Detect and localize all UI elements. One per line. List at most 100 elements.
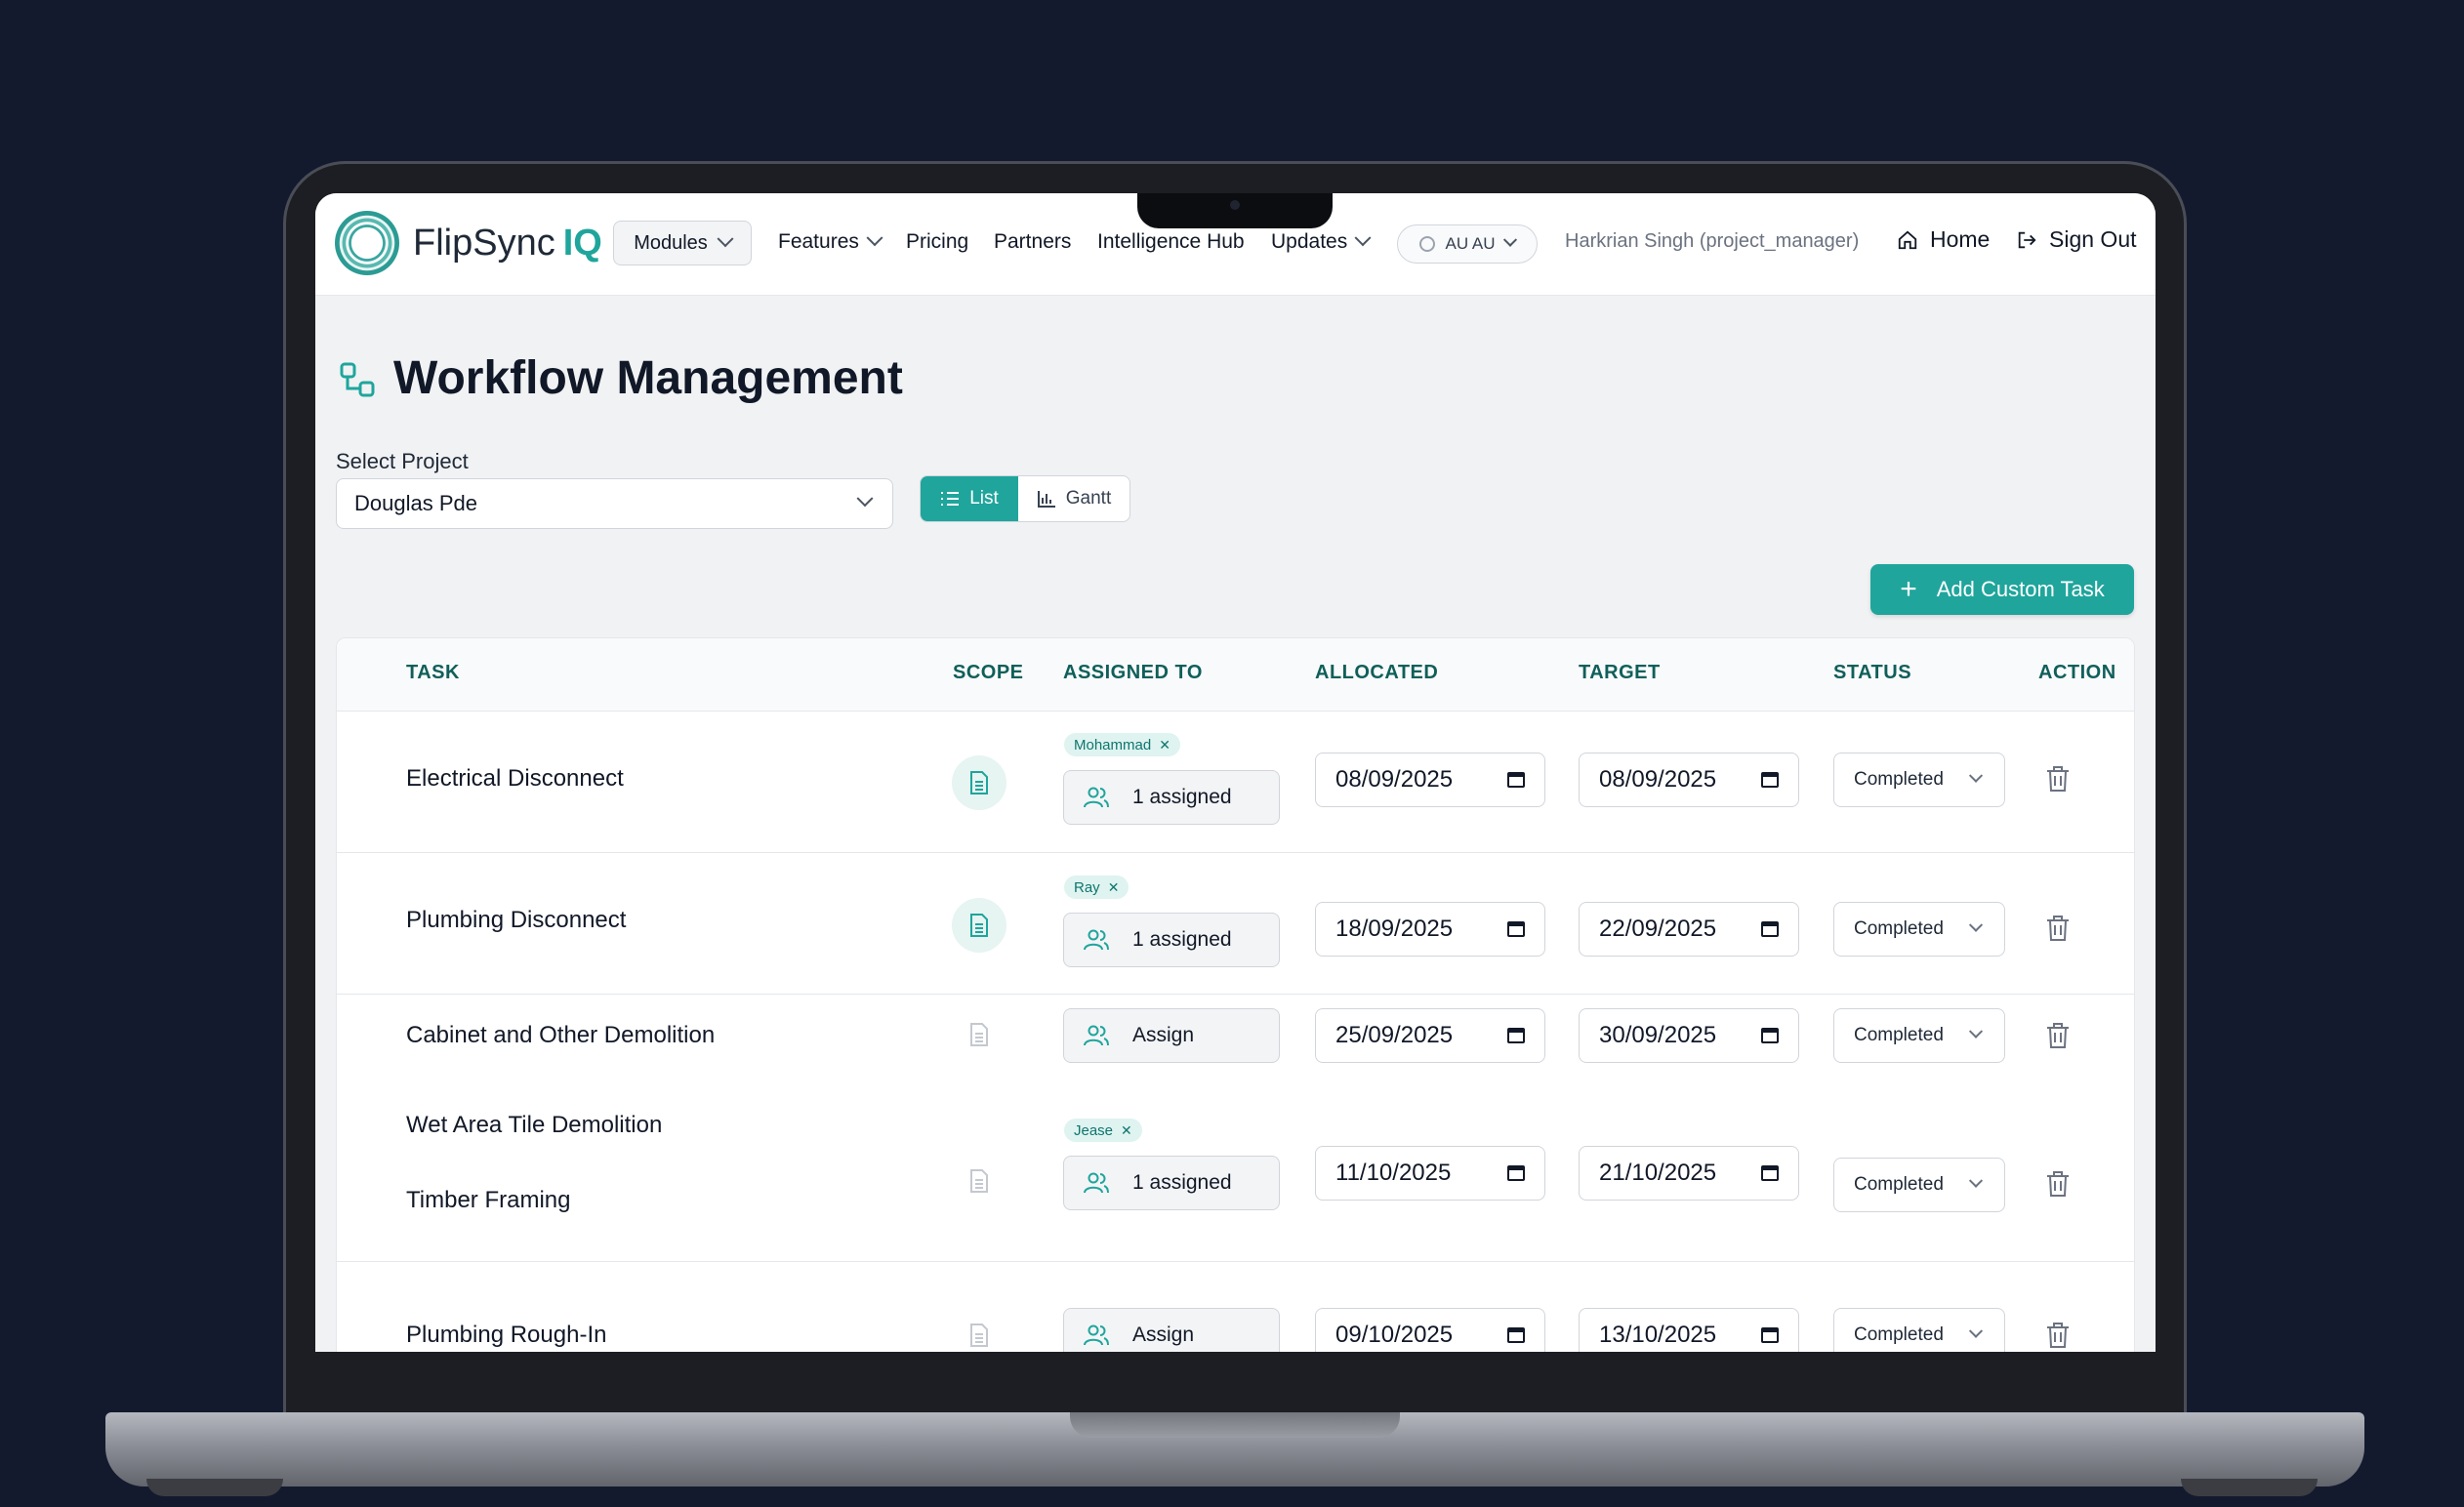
assign-button[interactable]: 1 assigned [1063, 1156, 1280, 1210]
assign-label: 1 assigned [1132, 1171, 1232, 1194]
calendar-icon[interactable] [1507, 1327, 1525, 1343]
add-custom-task-label: Add Custom Task [1936, 577, 2105, 601]
page-title: Workflow Management [393, 352, 903, 404]
calendar-icon[interactable] [1507, 772, 1525, 788]
assignee-tag[interactable]: Mohammad ✕ [1064, 733, 1180, 756]
header-assigned-to: ASSIGNED TO [1063, 662, 1203, 683]
nav-partners[interactable]: Partners [994, 230, 1071, 254]
nav-updates[interactable]: Updates [1271, 229, 1372, 254]
header-target: TARGET [1579, 662, 1661, 683]
allocated-date-input[interactable]: 09/10/2025 [1315, 1308, 1545, 1352]
add-custom-task-button[interactable]: + Add Custom Task [1870, 564, 2134, 615]
chevron-down-icon [1968, 917, 1984, 932]
row-divider [337, 852, 2134, 853]
assign-button[interactable]: Assign [1063, 1008, 1280, 1063]
target-date-input[interactable]: 08/09/2025 [1579, 753, 1799, 807]
brand-logo-icon[interactable] [335, 211, 399, 275]
calendar-icon[interactable] [1761, 1028, 1779, 1043]
chevron-down-icon [1968, 1024, 1984, 1039]
remove-assignee-icon[interactable]: ✕ [1121, 1122, 1132, 1139]
assign-button[interactable]: Assign [1063, 1308, 1280, 1352]
allocated-date: 08/09/2025 [1335, 766, 1454, 793]
calendar-icon[interactable] [1507, 1165, 1525, 1181]
target-date-input[interactable]: 21/10/2025 [1579, 1146, 1799, 1201]
brand-name[interactable]: FlipSync IQ [413, 223, 602, 265]
nav-partners-label: Partners [994, 230, 1072, 253]
delete-icon[interactable] [2045, 915, 2071, 942]
allocated-date-input[interactable]: 11/10/2025 [1315, 1146, 1545, 1201]
status-select[interactable]: Completed [1833, 753, 2005, 807]
calendar-icon[interactable] [1761, 772, 1779, 788]
remove-assignee-icon[interactable]: ✕ [1108, 879, 1120, 896]
document-icon [970, 914, 988, 937]
target-date: 08/09/2025 [1599, 766, 1717, 793]
locale-selector[interactable]: AU AU [1397, 224, 1538, 264]
document-icon [970, 1023, 988, 1046]
delete-icon[interactable] [2045, 765, 2071, 793]
plus-icon: + [1900, 573, 1917, 605]
gantt-view-label: Gantt [1065, 488, 1112, 509]
allocated-date-input[interactable]: 25/09/2025 [1315, 1008, 1545, 1063]
assign-label: Assign [1132, 1324, 1195, 1346]
nav-intelligence-hub[interactable]: Intelligence Hub [1097, 230, 1245, 254]
table-header: TASK SCOPE ASSIGNED TO ALLOCATED TARGET … [337, 638, 2134, 712]
target-date-input[interactable]: 30/09/2025 [1579, 1008, 1799, 1063]
nav-features[interactable]: Features [778, 229, 883, 254]
scope-document-button[interactable] [952, 1308, 1006, 1352]
app-screen: FlipSync IQ Modules Features Pricing Part… [315, 193, 2156, 1352]
target-date: 22/09/2025 [1599, 916, 1717, 942]
assignee-tag[interactable]: Jease ✕ [1064, 1119, 1142, 1142]
laptop-foot-right [2181, 1479, 2318, 1496]
calendar-icon[interactable] [1507, 921, 1525, 937]
nav-pricing[interactable]: Pricing [906, 230, 968, 254]
modules-dropdown[interactable]: Modules [613, 221, 752, 265]
delete-icon[interactable] [2045, 1022, 2071, 1049]
nav-intelligence-hub-label: Intelligence Hub [1097, 230, 1245, 253]
assign-button[interactable]: 1 assigned [1063, 770, 1280, 825]
users-icon [1084, 1025, 1109, 1046]
assign-label: 1 assigned [1132, 928, 1232, 951]
users-icon [1084, 787, 1109, 808]
assignee-tag[interactable]: Ray ✕ [1064, 876, 1129, 899]
brand-suffix: IQ [562, 223, 602, 264]
chevron-down-icon [856, 490, 874, 508]
scope-document-button[interactable] [952, 1154, 1006, 1208]
task-name: Plumbing Disconnect [406, 907, 627, 933]
list-view-button[interactable]: List [921, 476, 1018, 521]
scope-document-button[interactable] [952, 755, 1006, 810]
row-divider [337, 1261, 2134, 1262]
status-select[interactable]: Completed [1833, 902, 2005, 957]
delete-icon[interactable] [2045, 1322, 2071, 1349]
calendar-icon[interactable] [1761, 1165, 1779, 1181]
status-select[interactable]: Completed [1833, 1158, 2005, 1212]
calendar-icon[interactable] [1507, 1028, 1525, 1043]
scope-document-button[interactable] [952, 898, 1006, 953]
home-link[interactable]: Home [1897, 226, 1990, 253]
workflow-icon [340, 362, 375, 397]
target-date-input[interactable]: 13/10/2025 [1579, 1308, 1799, 1352]
calendar-icon[interactable] [1761, 1327, 1779, 1343]
target-date: 13/10/2025 [1599, 1322, 1717, 1348]
allocated-date-input[interactable]: 08/09/2025 [1315, 753, 1545, 807]
gantt-view-button[interactable]: Gantt [1018, 476, 1129, 521]
calendar-icon[interactable] [1761, 921, 1779, 937]
users-icon [1084, 1324, 1109, 1346]
target-date-input[interactable]: 22/09/2025 [1579, 902, 1799, 957]
status-value: Completed [1854, 1025, 1944, 1045]
globe-icon [1419, 236, 1436, 252]
allocated-date: 09/10/2025 [1335, 1322, 1454, 1348]
home-label: Home [1930, 226, 1991, 252]
delete-icon[interactable] [2045, 1170, 2071, 1198]
scope-document-button[interactable] [952, 1007, 1006, 1062]
remove-assignee-icon[interactable]: ✕ [1159, 737, 1170, 754]
assign-button[interactable]: 1 assigned [1063, 913, 1280, 967]
status-select[interactable]: Completed [1833, 1008, 2005, 1063]
task-table: TASK SCOPE ASSIGNED TO ALLOCATED TARGET … [336, 637, 2135, 1352]
sign-out-button[interactable]: Sign Out [2016, 226, 2137, 253]
allocated-date-input[interactable]: 18/09/2025 [1315, 902, 1545, 957]
chevron-down-icon [1502, 232, 1517, 247]
header-allocated: ALLOCATED [1315, 662, 1439, 683]
modules-label: Modules [634, 231, 708, 254]
project-select[interactable]: Douglas Pde [336, 478, 893, 529]
status-select[interactable]: Completed [1833, 1308, 2005, 1352]
